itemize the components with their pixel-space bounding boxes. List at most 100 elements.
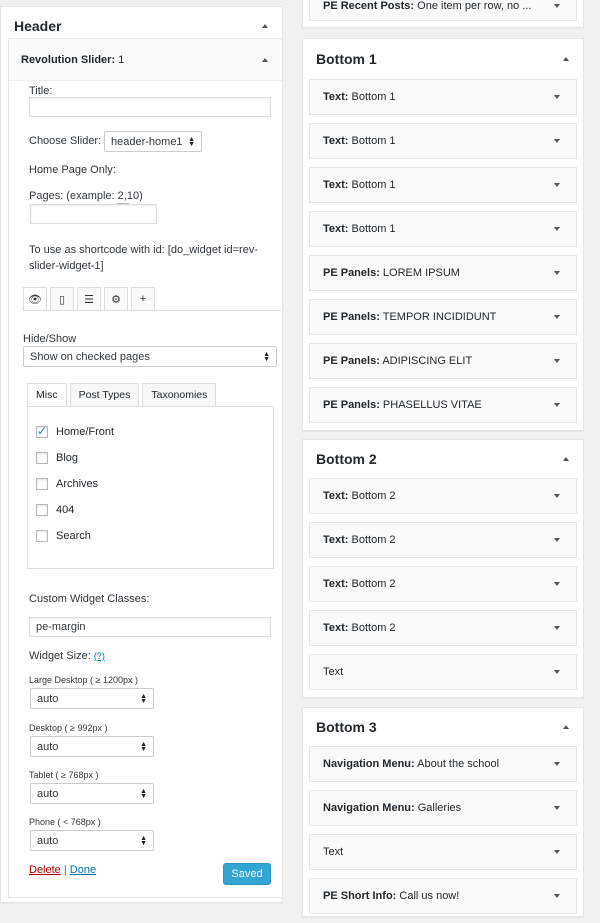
expand-arrow-icon[interactable] bbox=[554, 850, 560, 854]
widget-size-label: Widget Size: (?) bbox=[29, 650, 105, 662]
sidebar-title: Bottom 3 bbox=[316, 719, 377, 735]
expand-arrow-icon[interactable] bbox=[554, 670, 560, 674]
widget-text[interactable]: Text bbox=[309, 834, 577, 870]
delete-link[interactable]: Delete bbox=[29, 864, 61, 876]
expand-arrow-icon[interactable] bbox=[554, 538, 560, 542]
checkbox-archives[interactable] bbox=[36, 478, 48, 490]
widget-header[interactable]: Revolution Slider: 1 bbox=[9, 39, 282, 81]
tab-misc[interactable]: Misc bbox=[27, 383, 67, 407]
check-row-archives[interactable]: Archives bbox=[36, 471, 273, 497]
collapse-arrow-icon[interactable] bbox=[563, 725, 569, 729]
expand-arrow-icon[interactable] bbox=[554, 582, 560, 586]
classes-input[interactable]: pe-margin bbox=[29, 617, 271, 637]
help-link[interactable]: (?) bbox=[94, 651, 105, 661]
size-large-value: auto bbox=[37, 692, 59, 705]
title-input[interactable] bbox=[29, 97, 271, 117]
widget-text-bottom1[interactable]: Text: Bottom 1 bbox=[309, 123, 577, 159]
widget-type: PE Recent Posts: bbox=[323, 0, 415, 12]
select-arrows-icon: ▲ ▼ bbox=[140, 787, 147, 800]
select-arrows-icon: ▲ ▼ bbox=[140, 834, 147, 847]
widget-tab-icons: 👁 ▯ ☰ ⚙ + bbox=[23, 287, 158, 311]
check-row-search[interactable]: Search bbox=[36, 523, 273, 549]
bottom1-head[interactable]: Bottom 1 bbox=[303, 39, 583, 79]
size-large-select[interactable]: auto ▲ ▼ bbox=[30, 688, 154, 709]
widget-text-bottom1[interactable]: Text: Bottom 1 bbox=[309, 167, 577, 203]
expand-arrow-icon[interactable] bbox=[554, 403, 560, 407]
widget-text-bottom1[interactable]: Text: Bottom 1 bbox=[309, 79, 577, 115]
eye-icon[interactable]: 👁 bbox=[23, 287, 47, 311]
expand-arrow-icon[interactable] bbox=[554, 95, 560, 99]
widget-text-bottom1[interactable]: Text: Bottom 1 bbox=[309, 211, 577, 247]
size-tablet-value: auto bbox=[37, 787, 59, 800]
widget-pe-recent-posts[interactable]: PE Recent Posts: One item per row, no ..… bbox=[309, 0, 577, 21]
widget-navigation-menu[interactable]: Navigation Menu: Galleries bbox=[309, 790, 577, 826]
checkbox-blog[interactable] bbox=[36, 452, 48, 464]
collapse-arrow-icon[interactable] bbox=[563, 457, 569, 461]
widget-pe-panels[interactable]: PE Panels: LOREM IPSUM bbox=[309, 255, 577, 291]
tab-taxonomies[interactable]: Taxonomies bbox=[142, 383, 217, 407]
widget-pe-panels[interactable]: PE Panels: ADIPISCING ELIT bbox=[309, 343, 577, 379]
gear-icon[interactable]: ⚙ bbox=[104, 287, 128, 311]
collapse-arrow-icon[interactable] bbox=[262, 57, 268, 62]
expand-arrow-icon[interactable] bbox=[554, 139, 560, 143]
expand-arrow-icon[interactable] bbox=[554, 271, 560, 275]
saved-button[interactable]: Saved bbox=[223, 863, 271, 885]
checkbox-404[interactable] bbox=[36, 504, 48, 516]
size-desktop-value: auto bbox=[37, 740, 59, 753]
widget-text-bottom2[interactable]: Text: Bottom 2 bbox=[309, 610, 577, 646]
size-phone-value: auto bbox=[37, 834, 59, 847]
widget-text-bottom2[interactable]: Text: Bottom 2 bbox=[309, 566, 577, 602]
size-tablet-select[interactable]: auto ▲ ▼ bbox=[30, 783, 154, 804]
collapse-arrow-icon[interactable] bbox=[563, 57, 569, 61]
hide-show-value: Show on checked pages bbox=[30, 350, 150, 363]
widget-pe-panels[interactable]: PE Panels: TEMPOR INCIDIDUNT bbox=[309, 299, 577, 335]
expand-arrow-icon[interactable] bbox=[554, 359, 560, 363]
expand-arrow-icon[interactable] bbox=[554, 315, 560, 319]
bottom1-sidebar: Bottom 1 Text: Bottom 1 Text: Bottom 1 T… bbox=[302, 38, 584, 431]
expand-arrow-icon[interactable] bbox=[554, 626, 560, 630]
page-type-tabs: Misc Post Types Taxonomies bbox=[27, 383, 219, 407]
bottom3-head[interactable]: Bottom 3 bbox=[303, 708, 583, 746]
hide-show-select[interactable]: Show on checked pages ▲ ▼ bbox=[23, 346, 277, 367]
sidebar-title: Bottom 2 bbox=[316, 451, 377, 467]
misc-panel: Home/Front Blog Archives 404 Search bbox=[27, 406, 274, 569]
collapse-arrow-icon[interactable] bbox=[262, 24, 268, 28]
sidebar-title: Header bbox=[14, 18, 62, 34]
select-arrows-icon: ▲ ▼ bbox=[188, 135, 195, 148]
check-label: Search bbox=[56, 530, 91, 542]
bottom2-head[interactable]: Bottom 2 bbox=[303, 440, 583, 478]
checkbox-search[interactable] bbox=[36, 530, 48, 542]
expand-arrow-icon[interactable] bbox=[554, 183, 560, 187]
expand-arrow-icon[interactable] bbox=[554, 494, 560, 498]
widget-type: Revolution Slider: bbox=[21, 53, 116, 66]
check-row-404[interactable]: 404 bbox=[36, 497, 273, 523]
checkbox-home[interactable] bbox=[36, 424, 48, 438]
choose-slider-select[interactable]: header-home1 ▲ ▼ bbox=[104, 131, 202, 152]
hide-show-label: Hide/Show bbox=[23, 333, 77, 345]
size-phone-select[interactable]: auto ▲ ▼ bbox=[30, 830, 154, 851]
mobile-icon[interactable]: ▯ bbox=[50, 287, 74, 311]
widget-text-bottom2[interactable]: Text: Bottom 2 bbox=[309, 478, 577, 514]
expand-arrow-icon[interactable] bbox=[554, 894, 560, 898]
expand-arrow-icon[interactable] bbox=[554, 4, 560, 8]
check-row-blog[interactable]: Blog bbox=[36, 445, 273, 471]
expand-arrow-icon[interactable] bbox=[554, 806, 560, 810]
widget-text[interactable]: Text bbox=[309, 654, 577, 690]
tab-post-types[interactable]: Post Types bbox=[69, 383, 140, 407]
expand-arrow-icon[interactable] bbox=[554, 762, 560, 766]
expand-arrow-icon[interactable] bbox=[554, 227, 560, 231]
check-row-home[interactable]: Home/Front bbox=[36, 419, 273, 445]
widget-pe-panels[interactable]: PE Panels: PHASELLUS VITAE bbox=[309, 387, 577, 423]
select-arrows-icon: ▲ ▼ bbox=[263, 350, 270, 363]
plus-icon[interactable]: + bbox=[131, 287, 155, 311]
widget-pe-short-info[interactable]: PE Short Info: Call us now! bbox=[309, 878, 577, 914]
align-center-icon[interactable]: ☰ bbox=[77, 287, 101, 311]
widget-navigation-menu[interactable]: Navigation Menu: About the school bbox=[309, 746, 577, 782]
check-label: Home/Front bbox=[56, 426, 115, 438]
size-desktop-select[interactable]: auto ▲ ▼ bbox=[30, 736, 154, 757]
done-link[interactable]: Done bbox=[70, 864, 96, 876]
pages-input[interactable] bbox=[30, 204, 157, 224]
widget-text-bottom2[interactable]: Text: Bottom 2 bbox=[309, 522, 577, 558]
size-large-label: Large Desktop ( ≥ 1200px ) bbox=[29, 675, 138, 685]
shortcode-text: To use as shortcode with id: [do_widget … bbox=[29, 244, 258, 272]
